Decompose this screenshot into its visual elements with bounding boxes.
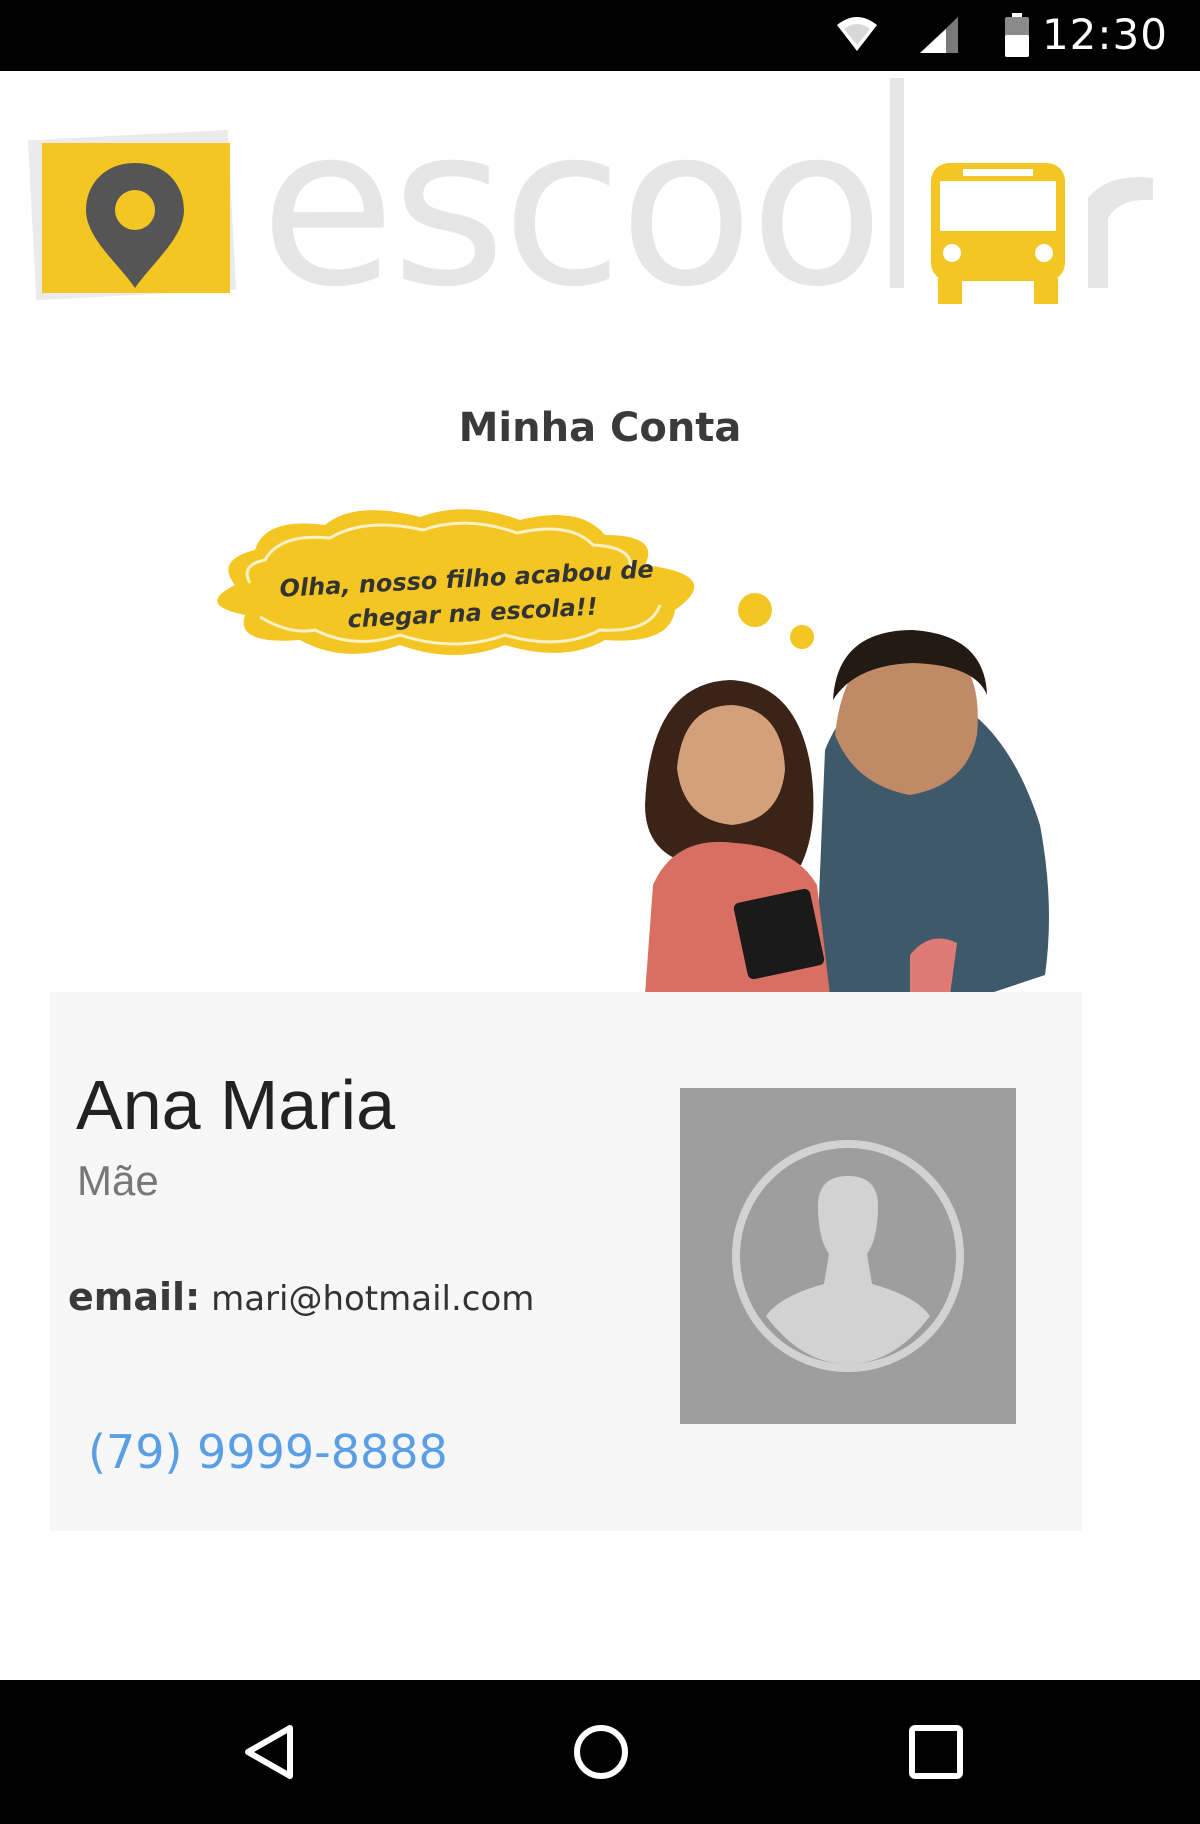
- wifi-icon: [837, 17, 877, 51]
- map-pin-icon: [28, 129, 237, 301]
- phone-link[interactable]: (79) 9999-8888: [88, 1425, 448, 1479]
- screen: 12:30 escoo Minha Conta Olha, nosso filh…: [0, 0, 1200, 1824]
- escoolar-logo: escoo: [28, 78, 1153, 328]
- hero-illustration: Olha, nosso filho acabou de chegar na es…: [217, 509, 1049, 995]
- back-icon[interactable]: [226, 1710, 310, 1794]
- status-bar: 12:30: [0, 0, 1200, 71]
- cell-signal-icon: [920, 17, 958, 53]
- email-row: email: mari@hotmail.com: [68, 1275, 534, 1319]
- status-clock: 12:30: [1041, 10, 1168, 59]
- thought-bubble: Olha, nosso filho acabou de chegar na es…: [217, 509, 814, 655]
- avatar[interactable]: [680, 1088, 1016, 1424]
- school-bus-icon: [931, 163, 1065, 304]
- email-label: email:: [68, 1275, 201, 1319]
- profile-role: Mãe: [77, 1157, 159, 1204]
- page-title: Minha Conta: [458, 405, 742, 451]
- home-icon[interactable]: [559, 1710, 643, 1794]
- recents-icon[interactable]: [894, 1710, 978, 1794]
- parents-photo: [645, 630, 1049, 995]
- default-user-icon: [732, 1140, 964, 1372]
- svg-text:escoo: escoo: [260, 79, 880, 328]
- profile-card: Ana Maria Mãe email: mari@hotmail.com (7…: [50, 992, 1082, 1531]
- battery-icon: [1005, 13, 1029, 57]
- navigation-bar: [0, 1680, 1200, 1824]
- profile-name: Ana Maria: [76, 1066, 396, 1144]
- email-value: mari@hotmail.com: [211, 1279, 535, 1319]
